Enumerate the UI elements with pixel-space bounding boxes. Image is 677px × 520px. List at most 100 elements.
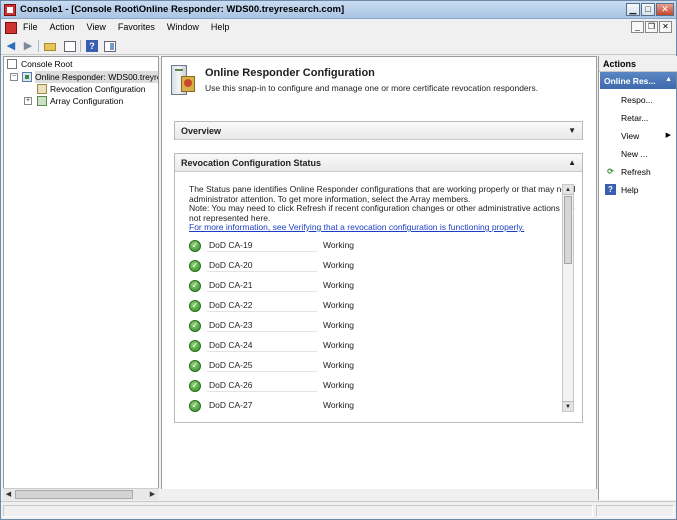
scroll-right-icon[interactable]: ▶ <box>147 489 158 500</box>
menu-favorites[interactable]: Favorites <box>118 22 155 32</box>
results-horizontal-scrollbar <box>161 489 597 500</box>
working-status-icon: ✓ <box>189 360 201 372</box>
menu-action[interactable]: Action <box>50 22 75 32</box>
menu-window[interactable]: Window <box>167 22 199 32</box>
config-row[interactable]: ✓ DoD CA-22 Working <box>187 297 547 315</box>
action-view[interactable]: View ▶ <box>599 128 677 144</box>
status-bar-segment <box>596 505 674 517</box>
config-row[interactable]: ✓ DoD CA-19 Working <box>187 237 547 255</box>
config-status: Working <box>323 240 355 250</box>
action-respo[interactable]: Respo... <box>599 92 677 108</box>
scroll-thumb[interactable] <box>15 490 133 499</box>
config-status: Working <box>323 400 355 410</box>
config-row[interactable]: ✓ DoD CA-26 Working <box>187 377 547 395</box>
document-caption-buttons: _ ❐ ✕ <box>630 21 672 33</box>
tree-label: Revocation Configuration <box>50 84 146 94</box>
action-label: Refresh <box>621 167 651 177</box>
scroll-left-icon[interactable]: ◀ <box>3 489 14 500</box>
status-body: The Status pane identifies Online Respon… <box>175 173 582 422</box>
status-vertical-scrollbar[interactable]: ▲ ▼ <box>562 184 574 412</box>
forward-arrow-icon[interactable]: ▶ <box>21 39 35 53</box>
scroll-thumb[interactable] <box>564 196 572 264</box>
help-icon[interactable]: ? <box>85 39 99 53</box>
config-row[interactable]: ✓ DoD CA-21 Working <box>187 277 547 295</box>
console-root-icon <box>7 59 17 69</box>
array-configuration-icon <box>37 96 47 106</box>
tree-horizontal-scrollbar[interactable]: ◀ ▶ <box>3 488 159 500</box>
action-new[interactable]: New ... <box>599 146 677 162</box>
tree-label: Array Configuration <box>50 96 124 106</box>
config-row[interactable]: ✓ DoD CA-27 Working <box>187 397 547 415</box>
working-status-icon: ✓ <box>189 300 201 312</box>
working-status-icon: ✓ <box>189 400 201 412</box>
back-arrow-icon[interactable]: ◀ <box>4 39 18 53</box>
toolbar: ◀ ▶ ? <box>1 37 676 55</box>
scroll-up-icon[interactable]: ▲ <box>563 185 573 195</box>
collapse-section-icon[interactable]: ▲ <box>568 158 576 167</box>
working-status-icon: ✓ <box>189 280 201 292</box>
up-folder-icon[interactable] <box>43 39 57 53</box>
show-hide-tree-icon[interactable] <box>63 39 77 53</box>
overview-header[interactable]: Overview ▼ <box>175 122 582 140</box>
config-status: Working <box>323 340 355 350</box>
config-row[interactable]: ✓ DoD CA-23 Working <box>187 317 547 335</box>
config-status: Working <box>323 360 355 370</box>
doc-restore-button[interactable]: ❐ <box>645 21 658 33</box>
overview-section: Overview ▼ <box>174 121 583 140</box>
toolbar-separator <box>80 40 81 52</box>
config-name: DoD CA-19 <box>209 240 253 250</box>
menu-bar: File Action View Favorites Window Help _… <box>1 19 676 37</box>
doc-minimize-button[interactable]: _ <box>631 21 644 33</box>
working-status-icon: ✓ <box>189 320 201 332</box>
config-name: DoD CA-27 <box>209 400 253 410</box>
console-tree[interactable]: Console Root − Online Responder: WDS00.t… <box>3 56 159 500</box>
revocation-status-section: Revocation Configuration Status ▲ The St… <box>174 153 583 423</box>
page-description: Use this snap-in to configure and manage… <box>205 83 539 93</box>
window-title: Console1 - [Console Root\Online Responde… <box>20 4 345 15</box>
actions-title: Actions <box>603 59 637 69</box>
menu-file[interactable]: File <box>23 22 38 32</box>
config-row[interactable]: ✓ DoD CA-25 Working <box>187 357 547 375</box>
config-row[interactable]: ✓ DoD CA-20 Working <box>187 257 547 275</box>
working-status-icon: ✓ <box>189 380 201 392</box>
actions-group-label: Online Res... <box>604 76 656 86</box>
snapin-header: Online Responder Configuration Use this … <box>162 57 596 112</box>
config-status: Working <box>323 320 355 330</box>
action-label: Retar... <box>621 113 649 123</box>
scroll-down-icon[interactable]: ▼ <box>563 401 573 411</box>
expand-section-icon[interactable]: ▼ <box>568 126 576 135</box>
actions-group-online-responder[interactable]: Online Res... ▲ <box>600 72 676 89</box>
minimize-button[interactable]: ▁ <box>626 3 640 16</box>
console-app-icon[interactable] <box>4 4 16 16</box>
action-refresh[interactable]: ⟳ Refresh <box>599 164 677 180</box>
action-retar[interactable]: Retar... <box>599 110 677 126</box>
mmc-window: Console1 - [Console Root\Online Responde… <box>0 0 677 520</box>
expand-icon[interactable]: + <box>24 97 32 105</box>
config-status: Working <box>323 260 355 270</box>
show-hide-action-pane-icon[interactable] <box>103 39 117 53</box>
doc-close-button[interactable]: ✕ <box>659 21 672 33</box>
toolbar-separator <box>38 40 39 52</box>
section-title: Revocation Configuration Status <box>181 158 322 168</box>
submenu-arrow-icon: ▶ <box>665 132 671 139</box>
menu-help[interactable]: Help <box>211 22 230 32</box>
section-title: Overview <box>181 126 222 136</box>
close-button[interactable]: ✕ <box>656 3 674 16</box>
collapse-group-icon[interactable]: ▲ <box>665 76 672 83</box>
title-bar[interactable]: Console1 - [Console Root\Online Responde… <box>1 1 676 19</box>
config-name: DoD CA-26 <box>209 380 253 390</box>
status-header[interactable]: Revocation Configuration Status ▲ <box>175 154 582 172</box>
menu-view[interactable]: View <box>87 22 106 32</box>
action-help[interactable]: ? Help <box>599 182 677 198</box>
collapse-icon[interactable]: − <box>10 73 18 81</box>
help-link[interactable]: For more information, see Verifying that… <box>189 222 559 233</box>
actions-header: Actions <box>599 56 677 72</box>
document-menu-icon[interactable] <box>5 22 17 34</box>
working-status-icon: ✓ <box>189 340 201 352</box>
config-status: Working <box>323 280 355 290</box>
config-row[interactable]: ✓ DoD CA-24 Working <box>187 337 547 355</box>
maximize-button[interactable]: □ <box>641 3 655 16</box>
status-bar <box>1 501 676 519</box>
working-status-icon: ✓ <box>189 260 201 272</box>
actions-pane: Actions Online Res... ▲ Respo... Retar..… <box>598 56 677 500</box>
